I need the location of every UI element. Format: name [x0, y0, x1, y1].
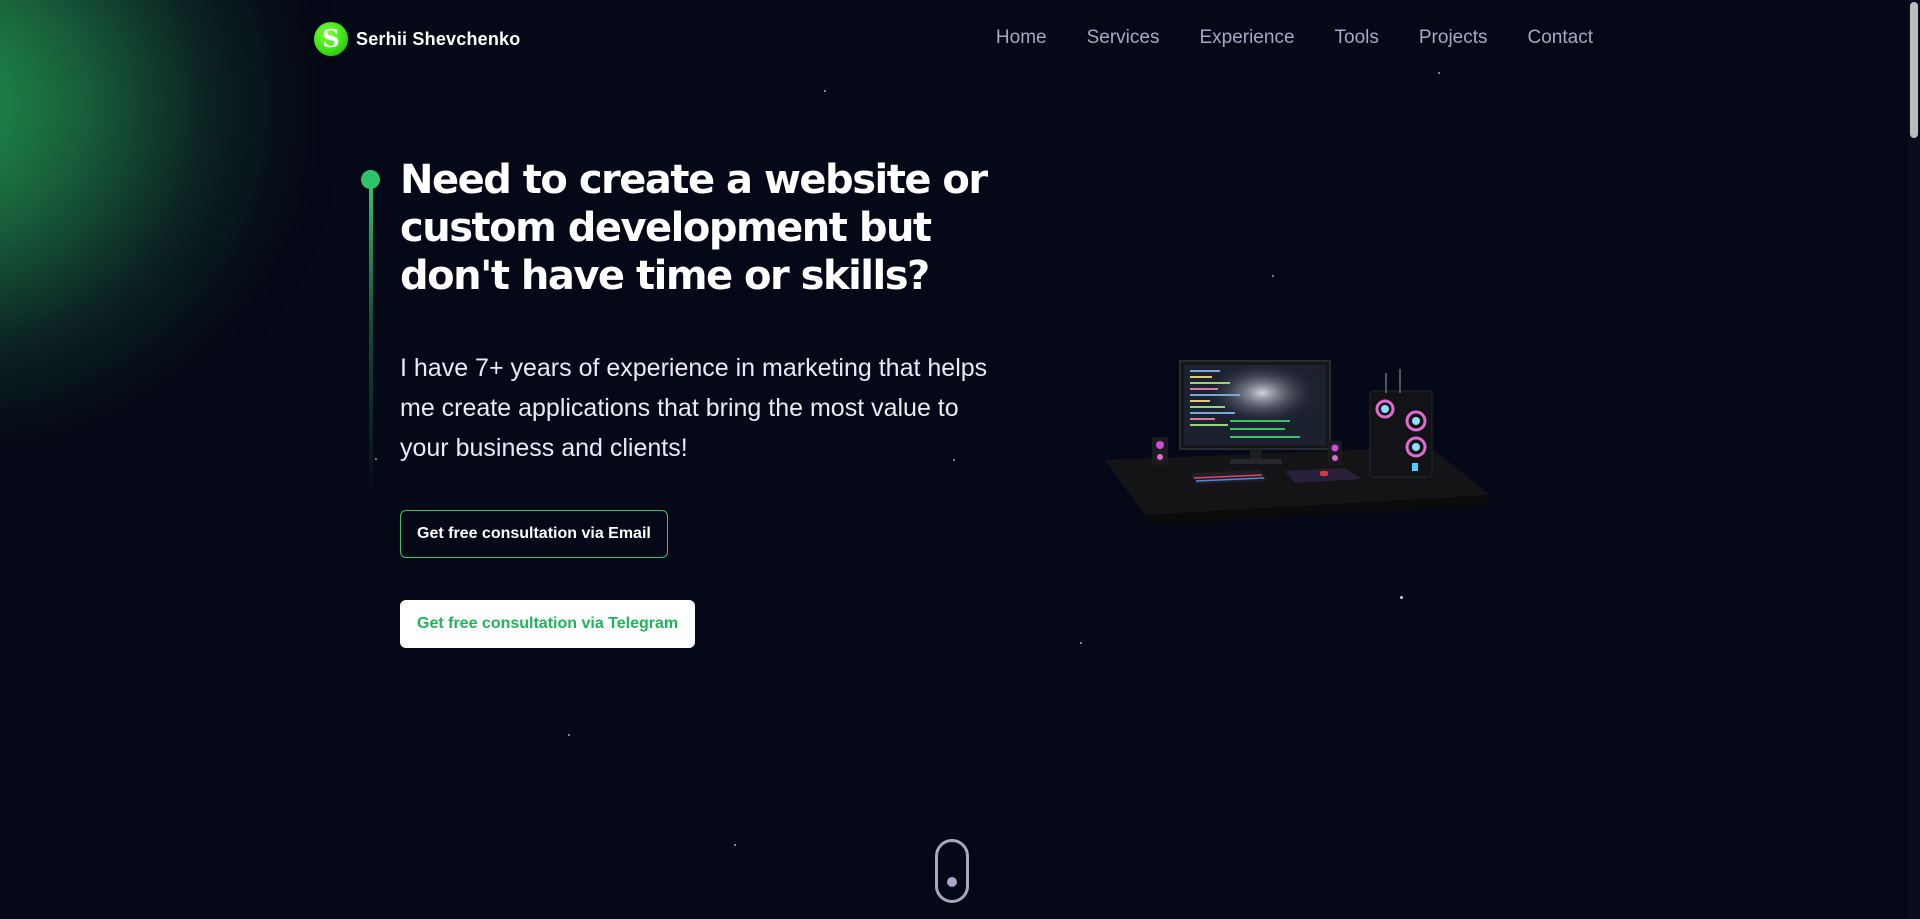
mouse-scroll-icon[interactable] — [935, 839, 969, 903]
telegram-consultation-button[interactable]: Get free consultation via Telegram — [400, 600, 696, 648]
navbar: S Serhii Shevchenko Home Services Experi… — [0, 0, 1908, 78]
star — [568, 734, 570, 736]
star — [1400, 596, 1403, 599]
nav-item-tools[interactable]: Tools — [1335, 27, 1379, 49]
timeline-line — [369, 186, 373, 500]
hero-headline: Need to create a website or custom devel… — [400, 157, 988, 299]
hero-subtext: I have 7+ years of experience in marketi… — [400, 354, 988, 462]
brand-link[interactable]: S Serhii Shevchenko — [314, 22, 520, 56]
nav-item-home[interactable]: Home — [996, 27, 1047, 49]
hero-timeline — [360, 170, 380, 500]
star — [1080, 642, 1082, 644]
nav-item-contact[interactable]: Contact — [1528, 27, 1593, 49]
email-consultation-button[interactable]: Get free consultation via Email — [400, 510, 668, 558]
desk-setup-illustration[interactable] — [1100, 355, 1495, 525]
scrollbar[interactable] — [1908, 0, 1920, 919]
nav-item-experience[interactable]: Experience — [1199, 27, 1294, 49]
nav-item-projects[interactable]: Projects — [1419, 27, 1488, 49]
brand-name: Serhii Shevchenko — [356, 28, 521, 49]
page: S Serhii Shevchenko Home Services Experi… — [0, 0, 1920, 919]
nav-item-services[interactable]: Services — [1087, 27, 1160, 49]
star — [734, 844, 736, 846]
nav-links: Home Services Experience Tools Projects … — [996, 27, 1593, 49]
star — [824, 90, 826, 92]
star — [1272, 275, 1274, 277]
scrollbar-thumb[interactable] — [1910, 2, 1918, 138]
logo-s-icon: S — [314, 22, 348, 56]
scroll-dot — [947, 877, 957, 887]
